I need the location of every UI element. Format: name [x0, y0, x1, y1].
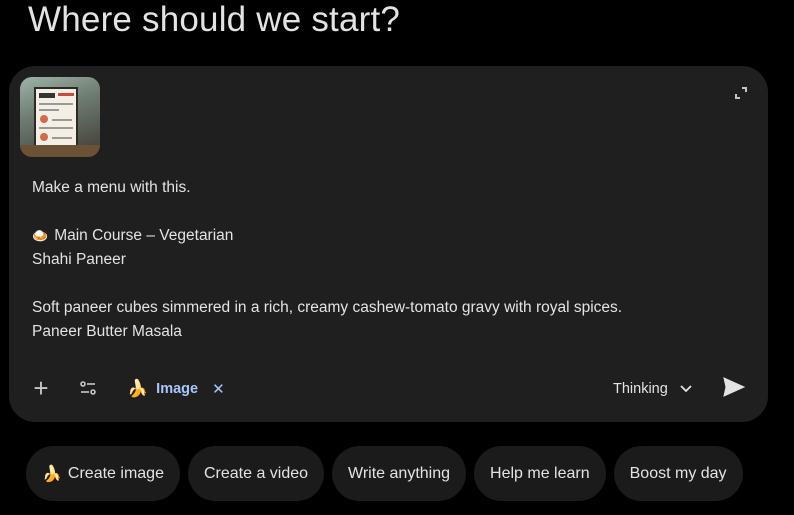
suggestion-chips: 🍌 Create image Create a video Write anyth… — [26, 446, 743, 501]
prompt-input[interactable]: Make a menu with this. 🍛 Main Course – Ve… — [32, 176, 732, 344]
add-icon[interactable]: + — [31, 374, 51, 402]
banana-icon: 🍌 — [127, 379, 149, 398]
model-mode-selector[interactable]: Thinking — [613, 379, 692, 399]
send-icon[interactable] — [723, 377, 747, 399]
image-tool-label: Image — [156, 381, 199, 397]
prompt-line — [32, 272, 732, 296]
banana-icon: 🍌 — [42, 465, 62, 483]
prompt-line: Paneer Butter Masala — [32, 323, 182, 340]
prompt-line: Soft paneer cubes simmered in a rich, cr… — [32, 299, 623, 316]
menu-card-image — [34, 87, 78, 149]
suggestion-create-image[interactable]: 🍌 Create image — [26, 446, 180, 501]
suggestion-help-me-learn[interactable]: Help me learn — [474, 446, 606, 501]
chevron-down-icon — [680, 385, 692, 393]
prompt-line: 🍛 Main Course – Vegetarian — [32, 227, 234, 244]
mode-label: Thinking — [613, 381, 668, 397]
tools-icon[interactable] — [79, 379, 97, 397]
curry-emoji: 🍛 — [32, 228, 49, 243]
expand-icon[interactable] — [734, 86, 748, 100]
page-title: Where should we start? — [28, 0, 401, 39]
attached-image-thumbnail[interactable] — [20, 77, 100, 157]
suggestion-boost-my-day[interactable]: Boost my day — [613, 446, 743, 501]
suggestion-create-video[interactable]: Create a video — [187, 446, 325, 501]
prompt-line — [32, 200, 732, 224]
prompt-line: Make a menu with this. — [32, 179, 191, 196]
prompt-composer: Make a menu with this. 🍛 Main Course – Ve… — [9, 66, 768, 422]
prompt-line: Shahi Paneer — [32, 251, 126, 268]
suggestion-write-anything[interactable]: Write anything — [332, 446, 467, 501]
close-icon[interactable]: ✕ — [212, 380, 225, 398]
image-tool-chip[interactable]: 🍌 Image ✕ — [127, 378, 225, 400]
